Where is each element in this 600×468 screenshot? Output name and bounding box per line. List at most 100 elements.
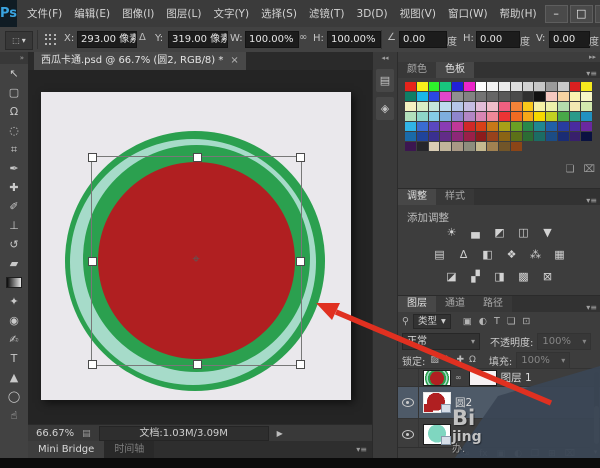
black-white-icon[interactable]: ◧ xyxy=(479,247,496,262)
panel-menu-icon[interactable]: ▾≡ xyxy=(586,69,597,78)
color-swatch[interactable] xyxy=(487,92,498,101)
color-swatch[interactable] xyxy=(476,122,487,131)
photo-filter-icon[interactable]: ❖ xyxy=(503,247,520,262)
tool-preset-dropdown[interactable]: ⬚▾ xyxy=(5,31,33,50)
color-swatch[interactable] xyxy=(417,92,428,101)
color-swatch[interactable] xyxy=(523,82,534,91)
color-swatch[interactable] xyxy=(499,82,510,91)
color-swatch[interactable] xyxy=(452,132,463,141)
menu-item-图层(L)[interactable]: 图层(L) xyxy=(160,1,207,27)
panel-menu-icon[interactable]: ▾≡ xyxy=(356,445,367,454)
color-swatch[interactable] xyxy=(523,102,534,111)
status-expand-icon[interactable]: ▶ xyxy=(277,429,283,438)
width-field[interactable]: 100.00% xyxy=(245,31,299,48)
color-swatch[interactable] xyxy=(440,142,451,151)
layer-row[interactable] xyxy=(398,419,600,448)
color-swatch[interactable] xyxy=(546,122,557,131)
color-swatch[interactable] xyxy=(558,82,569,91)
color-swatch[interactable] xyxy=(440,112,451,121)
color-swatch[interactable] xyxy=(405,102,416,111)
transform-center-mark[interactable]: ⌖ xyxy=(188,252,204,268)
color-swatch[interactable] xyxy=(558,92,569,101)
panel-menu-icon[interactable]: ▾≡ xyxy=(586,196,597,205)
eyedropper-tool-icon[interactable]: ✒ xyxy=(0,159,28,178)
color-swatch[interactable] xyxy=(487,102,498,111)
minimize-button[interactable]: – xyxy=(545,5,568,23)
filter-smart-objects-icon[interactable]: ⊡ xyxy=(522,316,530,327)
hand-tool-icon[interactable]: ☝ xyxy=(0,406,28,425)
blend-mode-dropdown[interactable]: 正常 ▾ xyxy=(402,333,480,350)
x-position-field[interactable]: 293.00 像素 xyxy=(77,31,137,48)
layer-name[interactable]: 图层 1 xyxy=(501,370,532,385)
color-swatch[interactable] xyxy=(534,122,545,131)
color-swatch[interactable] xyxy=(558,102,569,111)
move-tool-icon[interactable]: ↖ xyxy=(0,64,28,83)
tab-调整[interactable]: 调整 xyxy=(398,189,436,205)
layer-row[interactable]: 圆2 xyxy=(398,387,600,419)
zoom-level-field[interactable]: 66.67% xyxy=(28,428,82,439)
color-swatch[interactable] xyxy=(511,112,522,121)
vskew-field[interactable]: 0.00 xyxy=(549,31,590,48)
color-swatch[interactable] xyxy=(499,142,510,151)
color-swatch[interactable] xyxy=(534,112,545,121)
color-swatch[interactable] xyxy=(476,112,487,121)
type-tool-icon[interactable]: T xyxy=(0,349,28,368)
color-swatch[interactable] xyxy=(534,92,545,101)
collapsed-panel-button-2[interactable]: ◈ xyxy=(376,97,394,120)
scrollbar-thumb[interactable] xyxy=(594,406,599,444)
color-swatch[interactable] xyxy=(558,122,569,131)
color-swatch[interactable] xyxy=(511,122,522,131)
color-swatch[interactable] xyxy=(440,102,451,111)
color-swatch[interactable] xyxy=(546,82,557,91)
color-swatch[interactable] xyxy=(405,112,416,121)
color-swatch[interactable] xyxy=(523,122,534,131)
color-swatch[interactable] xyxy=(511,132,522,141)
opacity-field[interactable]: 100% ▾ xyxy=(537,333,591,350)
menu-item-窗口(W)[interactable]: 窗口(W) xyxy=(442,1,494,27)
add-mask-icon[interactable]: ▣ xyxy=(497,449,506,459)
color-swatch[interactable] xyxy=(452,92,463,101)
filter-pixel-layers-icon[interactable]: ▣ xyxy=(463,316,472,327)
color-swatch[interactable] xyxy=(417,122,428,131)
relative-positioning-icon[interactable]: Δ xyxy=(139,32,146,43)
filter-shape-layers-icon[interactable]: ❏ xyxy=(507,316,516,327)
posterize-icon[interactable]: ▞ xyxy=(467,269,484,284)
tools-collapse-icon[interactable]: » xyxy=(0,52,28,64)
color-swatch[interactable] xyxy=(558,112,569,121)
menu-item-文件(F)[interactable]: 文件(F) xyxy=(21,1,68,27)
path-selection-tool-icon[interactable]: ▲ xyxy=(0,368,28,387)
transform-handle-ne[interactable] xyxy=(296,153,305,162)
layer-thumbnail[interactable] xyxy=(423,370,451,386)
transform-handle-se[interactable] xyxy=(296,360,305,369)
reference-point-locator[interactable] xyxy=(44,33,57,46)
fill-field[interactable]: 100% ▾ xyxy=(516,352,570,369)
color-swatch[interactable] xyxy=(570,82,581,91)
color-swatch[interactable] xyxy=(523,112,534,121)
collapse-left-icon[interactable]: ◂◂ xyxy=(373,52,397,64)
color-swatch[interactable] xyxy=(452,122,463,131)
layer-group-icon[interactable]: ❒ xyxy=(531,449,539,459)
layers-scrollbar[interactable] xyxy=(594,372,599,444)
color-swatch[interactable] xyxy=(417,132,428,141)
color-swatch[interactable] xyxy=(405,92,416,101)
gradient-map-icon[interactable]: ▩ xyxy=(515,269,532,284)
color-swatch[interactable] xyxy=(570,132,581,141)
hue-saturation-icon[interactable]: ▤ xyxy=(431,247,448,262)
tab-通道[interactable]: 通道 xyxy=(436,296,474,312)
color-swatch[interactable] xyxy=(511,142,522,151)
color-swatch[interactable] xyxy=(581,92,592,101)
color-swatch[interactable] xyxy=(570,122,581,131)
color-swatch[interactable] xyxy=(581,82,592,91)
history-brush-tool-icon[interactable]: ↺ xyxy=(0,235,28,254)
color-swatch[interactable] xyxy=(546,92,557,101)
transform-handle-n[interactable] xyxy=(193,153,202,162)
color-swatch[interactable] xyxy=(405,132,416,141)
color-swatch[interactable] xyxy=(581,122,592,131)
color-swatch[interactable] xyxy=(429,122,440,131)
ellipse-tool-icon[interactable]: ◯ xyxy=(0,387,28,406)
color-swatch[interactable] xyxy=(476,132,487,141)
color-swatch[interactable] xyxy=(546,132,557,141)
color-swatch[interactable] xyxy=(476,102,487,111)
color-swatch[interactable] xyxy=(464,82,475,91)
color-swatch[interactable] xyxy=(440,122,451,131)
